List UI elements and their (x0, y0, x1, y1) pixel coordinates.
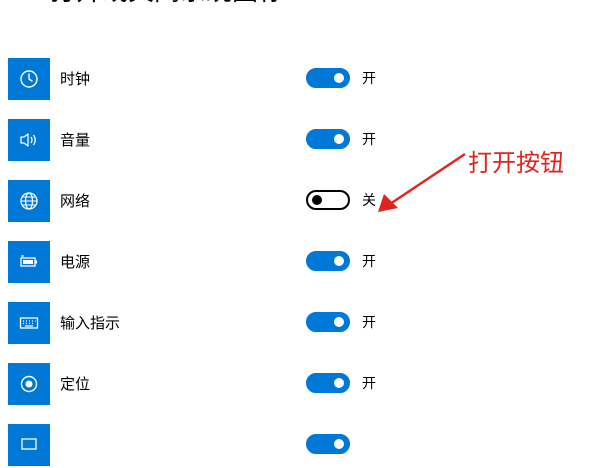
setting-row-location: 定位 开 (0, 363, 608, 407)
toggle-switch[interactable] (306, 129, 350, 149)
keyboard-icon (8, 302, 50, 344)
toggle-knob (312, 195, 322, 205)
toggle-switch[interactable] (306, 312, 350, 332)
toggle-state-label: 开 (362, 132, 376, 148)
setting-label: 时钟 (60, 70, 91, 88)
toggle-switch[interactable] (306, 373, 350, 393)
toggle-switch[interactable] (306, 68, 350, 88)
location-icon (8, 363, 50, 405)
annotation-arrow-icon (378, 152, 466, 212)
toggle-knob (334, 134, 344, 144)
setting-label: 电源 (60, 253, 91, 271)
setting-label: 输入指示 (60, 314, 121, 332)
toggle-switch[interactable] (306, 434, 350, 454)
setting-row-power: 电源 开 (0, 241, 608, 285)
toggle-knob (334, 439, 344, 449)
setting-label: 定位 (60, 375, 91, 393)
page-title: 打开或关闭系统图标 (50, 0, 284, 8)
toggle-knob (334, 378, 344, 388)
globe-icon (8, 180, 50, 222)
battery-icon (8, 241, 50, 283)
setting-row-network: 网络 关 (0, 180, 608, 224)
toggle-state-label: 开 (362, 71, 376, 87)
setting-row-clock: 时钟 开 (0, 58, 608, 102)
toggle-switch[interactable] (306, 190, 350, 210)
setting-row-partial (0, 424, 608, 468)
toggle-state-label: 开 (362, 315, 376, 331)
annotation-label: 打开按钮 (468, 149, 564, 177)
toggle-state-label: 开 (362, 376, 376, 392)
toggle-knob (334, 317, 344, 327)
toggle-knob (334, 256, 344, 266)
setting-row-input-indicator: 输入指示 开 (0, 302, 608, 346)
setting-label: 网络 (60, 192, 91, 210)
toggle-switch[interactable] (306, 251, 350, 271)
volume-icon (8, 119, 50, 161)
toggle-knob (334, 73, 344, 83)
setting-label: 音量 (60, 131, 91, 149)
clock-icon (8, 58, 50, 100)
toggle-state-label: 开 (362, 254, 376, 270)
window-icon (8, 424, 50, 466)
